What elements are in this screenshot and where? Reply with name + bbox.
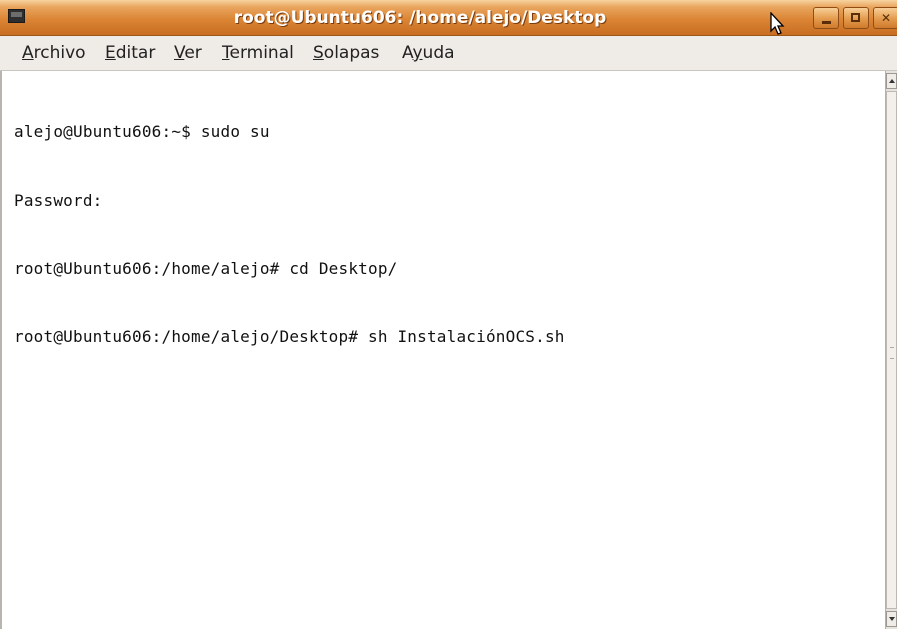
- terminal-line: root@Ubuntu606:/home/alejo/Desktop# sh I…: [14, 326, 565, 346]
- menu-terminal[interactable]: Terminal: [222, 36, 294, 71]
- menu-solapas-label: olapas: [323, 43, 380, 63]
- terminal-line: alejo@Ubuntu606:~$ sudo su: [14, 122, 270, 142]
- scroll-down-arrow-icon[interactable]: [886, 611, 897, 627]
- menu-ver-mnemonic: V: [174, 43, 185, 63]
- scrollbar-thumb[interactable]: [886, 91, 897, 609]
- menu-bar: Archivo Editar Ver Terminal Solapas Ayud…: [0, 36, 897, 71]
- vertical-scrollbar[interactable]: [885, 71, 897, 629]
- close-icon: ✕: [880, 11, 892, 25]
- menu-solapas[interactable]: Solapas: [313, 36, 379, 71]
- maximize-button[interactable]: [843, 7, 869, 29]
- window-title: root@Ubuntu606: /home/alejo/Desktop: [233, 8, 607, 28]
- terminal-line: Password:: [14, 190, 103, 210]
- menu-terminal-mnemonic: T: [222, 43, 230, 63]
- menu-solapas-mnemonic: S: [313, 43, 324, 63]
- menu-ayuda-mnemonic: y: [412, 43, 423, 63]
- menu-archivo-label: rchivo: [33, 43, 86, 63]
- title-bar[interactable]: root@Ubuntu606: /home/alejo/Desktop ✕: [0, 0, 897, 36]
- menu-ver-label: er: [184, 43, 202, 63]
- menu-editar-mnemonic: E: [105, 43, 116, 63]
- menu-terminal-label: erminal: [229, 43, 294, 63]
- scrollbar-grip-icon: [890, 347, 894, 359]
- menu-archivo-mnemonic: A: [22, 43, 34, 63]
- scroll-up-arrow-icon[interactable]: [886, 73, 897, 89]
- terminal-window: root@Ubuntu606: /home/alejo/Desktop ✕ Ar…: [0, 0, 897, 629]
- minimize-button[interactable]: [813, 7, 839, 29]
- mouse-cursor-icon: [770, 12, 785, 35]
- menu-ayuda[interactable]: Ayuda: [402, 36, 455, 71]
- terminal-text: alejo@Ubuntu606:~$ sudo su Password: roo…: [14, 76, 565, 394]
- menu-ayuda-label: uda: [422, 43, 455, 63]
- terminal-output-area[interactable]: alejo@Ubuntu606:~$ sudo su Password: roo…: [0, 71, 885, 629]
- menu-archivo[interactable]: Archivo: [22, 36, 86, 71]
- terminal-line: root@Ubuntu606:/home/alejo# cd Desktop/: [14, 258, 398, 278]
- maximize-icon: [851, 13, 860, 22]
- minimize-icon: [822, 21, 831, 24]
- menu-editar[interactable]: Editar: [105, 36, 155, 71]
- menu-ayuda-prefix: A: [402, 43, 413, 63]
- menu-editar-label: ditar: [115, 43, 156, 63]
- menu-ver[interactable]: Ver: [174, 36, 202, 71]
- close-button[interactable]: ✕: [873, 7, 897, 29]
